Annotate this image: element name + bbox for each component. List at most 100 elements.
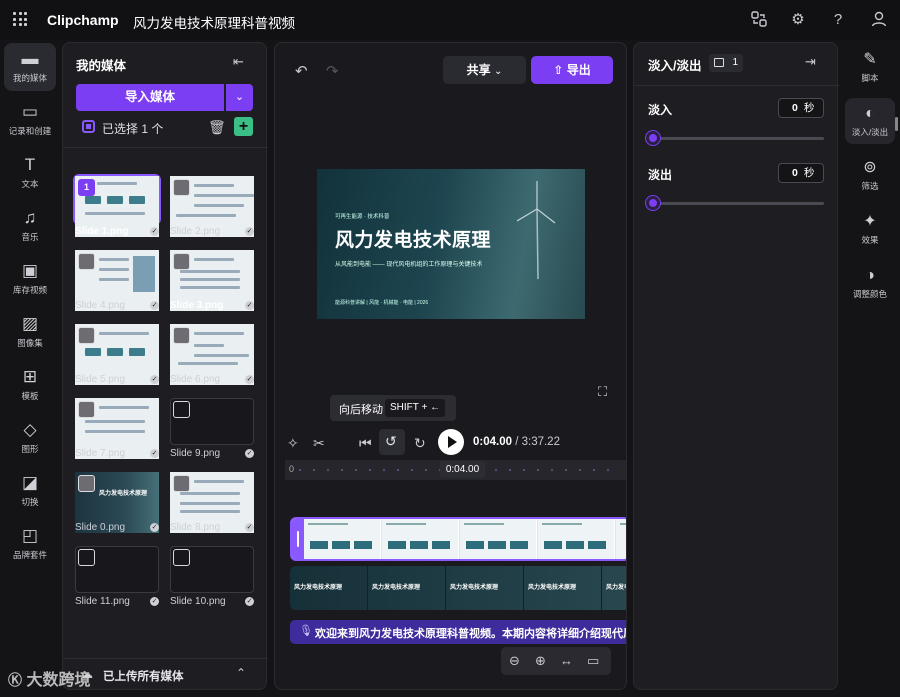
magic-sparkle-icon[interactable]: ✧ <box>287 435 299 452</box>
media-thumbnail[interactable] <box>75 546 159 593</box>
clip-trim-handle[interactable] <box>292 519 304 559</box>
import-options-chevron-icon[interactable]: ⌄ <box>226 84 253 111</box>
fade-out-input[interactable]: 0秒 <box>778 163 824 183</box>
rail-graphics[interactable]: ◇ 图形 <box>4 414 56 462</box>
rail-templates[interactable]: ⊞ 模板 <box>4 361 56 409</box>
voiceover-track[interactable]: 🎙 欢迎来到风力发电技术原理科普视频。本期内容将详细介绍现代风电 <box>290 620 626 644</box>
media-thumbnail[interactable] <box>170 324 254 385</box>
media-thumbnail[interactable] <box>75 324 159 385</box>
chevron-down-icon[interactable]: ⌄ <box>278 10 288 24</box>
media-item-name: Slide 2.png <box>170 226 221 237</box>
upload-status-bar[interactable]: ☁ 已上传所有媒体 ⌃ <box>63 658 268 691</box>
settings-gear-icon[interactable]: ⚙ <box>789 11 807 29</box>
rail-effects[interactable]: ✦ 效果 <box>845 206 895 252</box>
media-thumbnail[interactable] <box>170 546 254 593</box>
properties-panel: 淡入/淡出 1 ⇥ 淡入 0秒 淡出 0秒 <box>633 42 839 690</box>
total-time: / 3:37.22 <box>515 436 560 448</box>
media-item[interactable]: Slide 2.png ✓ <box>170 176 254 237</box>
rail-transitions[interactable]: ◪ 切换 <box>4 467 56 515</box>
fade-out-slider[interactable] <box>652 202 824 205</box>
rail-music[interactable]: ♫ 音乐 <box>4 202 56 250</box>
slide-clip-track[interactable] <box>290 517 626 561</box>
split-scissors-icon[interactable]: ✂ <box>313 435 325 452</box>
help-icon[interactable]: ? <box>829 11 847 29</box>
media-item[interactable]: Slide 10.png ✓ <box>170 546 254 607</box>
rail-adjust-colors[interactable]: ◑ 调整颜色 <box>845 260 895 306</box>
media-thumbnail[interactable] <box>170 398 254 445</box>
fade-in-unit: 秒 <box>803 102 815 114</box>
chevron-up-icon[interactable]: ⌃ <box>236 666 246 680</box>
select-all-checkbox[interactable] <box>82 120 95 133</box>
account-icon[interactable] <box>870 11 888 29</box>
zoom-in-icon[interactable]: ⊕ <box>535 653 546 669</box>
add-to-timeline-button[interactable]: + <box>234 117 253 136</box>
skip-to-start-icon[interactable]: ⏮ <box>359 435 372 452</box>
project-title[interactable]: 风力发电技术原理科普视频 <box>133 12 295 32</box>
media-item[interactable]: Slide 5.png ✓ <box>75 324 159 385</box>
media-item[interactable]: 风力发电技术原理 Slide 0.png ✓ <box>75 472 159 533</box>
rewind-5s-button[interactable]: ↺ <box>379 429 405 455</box>
fade-out-label: 淡出 <box>648 168 673 182</box>
media-thumbnail[interactable]: 1 <box>73 174 161 237</box>
clip-label: 风力发电技术原理 <box>528 585 577 591</box>
timeline-view-icon[interactable]: ▭ <box>587 653 599 669</box>
media-item[interactable]: Slide 9.png ✓ <box>170 398 254 459</box>
media-item[interactable]: Slide 4.png ✓ <box>75 250 159 311</box>
rail-brand-kit[interactable]: ◰ 品牌套件 <box>4 520 56 568</box>
connect-icon[interactable] <box>750 11 768 29</box>
fade-out-slider-knob[interactable] <box>646 196 660 210</box>
media-item[interactable]: 1 Slide 1.png ✓ <box>73 174 161 237</box>
rail-image-library[interactable]: ▨ 图像集 <box>4 308 56 356</box>
media-item[interactable]: Slide 8.png ✓ <box>170 472 254 533</box>
media-item-name: Slide 9.png <box>170 448 221 459</box>
rail-script[interactable]: ✎ 脚本 <box>845 44 895 90</box>
scrollbar[interactable] <box>895 117 898 131</box>
tooltip-label: 向后移动 <box>339 404 383 416</box>
shapes-icon: ◇ <box>23 420 37 439</box>
title-clip-track[interactable]: 风力发电技术原理 风力发电技术原理 风力发电技术原理 风力发电技术原理 风力发电… <box>290 566 626 610</box>
fade-in-input[interactable]: 0秒 <box>778 98 824 118</box>
close-panel-icon[interactable]: ⇥ <box>805 54 816 70</box>
media-item[interactable]: Slide 11.png ✓ <box>75 546 159 607</box>
media-thumbnail[interactable] <box>75 250 159 311</box>
divider <box>63 147 268 148</box>
fade-in-slider-knob[interactable] <box>646 131 660 145</box>
import-media-button[interactable]: 导入媒体 <box>76 84 224 111</box>
redo-icon[interactable]: ↷ <box>326 62 339 80</box>
rail-record-create[interactable]: ▭ 记录和创建 <box>4 96 56 144</box>
media-item[interactable]: Slide 6.png ✓ <box>170 324 254 385</box>
export-button[interactable]: ⇧ 导出 <box>531 56 613 84</box>
fullscreen-icon[interactable]: ⛶ <box>598 384 607 400</box>
rail-filters[interactable]: ⊚ 筛选 <box>845 152 895 198</box>
check-icon: ✓ <box>150 523 159 532</box>
trash-icon[interactable]: 🗑 <box>208 119 226 136</box>
undo-icon[interactable]: ↶ <box>295 62 308 80</box>
preview-tag: 可再生能源 · 技术科普 <box>335 214 390 220</box>
media-thumbnail[interactable] <box>170 176 254 237</box>
forward-5s-icon[interactable]: ↻ <box>414 435 426 452</box>
media-item[interactable]: Slide 3.png ✓ <box>170 250 254 311</box>
rail-stock-video[interactable]: ▣ 库存视频 <box>4 255 56 303</box>
play-button[interactable] <box>438 429 464 455</box>
brand-name: Clipchamp <box>47 12 119 28</box>
fade-icon: ◐ <box>865 105 875 122</box>
share-button[interactable]: 共享 ⌄ <box>443 56 526 84</box>
fade-in-slider[interactable] <box>652 137 824 140</box>
image-type-icon <box>173 179 190 196</box>
zoom-out-icon[interactable]: ⊖ <box>509 653 520 669</box>
media-thumbnail[interactable]: 风力发电技术原理 <box>75 472 159 533</box>
rail-fade[interactable]: ◐ 淡入/淡出 <box>845 98 895 144</box>
media-thumbnail[interactable] <box>170 472 254 533</box>
video-preview[interactable]: 可再生能源 · 技术科普 风力发电技术原理 从风能到电能 —— 现代风电机组的工… <box>317 169 585 319</box>
fit-width-icon[interactable]: ↔ <box>560 653 573 668</box>
media-thumbnail[interactable] <box>170 250 254 311</box>
media-item[interactable]: Slide 7.png ✓ <box>75 398 159 459</box>
logo-mark-icon: Ⓚ <box>8 672 22 688</box>
playhead-time-label[interactable]: 0:04.00 <box>440 461 485 478</box>
rail-my-media[interactable]: ▬ 我的媒体 <box>4 43 56 91</box>
media-thumbnail[interactable] <box>75 398 159 459</box>
ruler-start-label: 0 <box>289 464 295 474</box>
app-launcher-icon[interactable] <box>13 12 27 26</box>
collapse-panel-icon[interactable]: ⇤ <box>233 54 244 70</box>
rail-text[interactable]: T 文本 <box>4 149 56 197</box>
